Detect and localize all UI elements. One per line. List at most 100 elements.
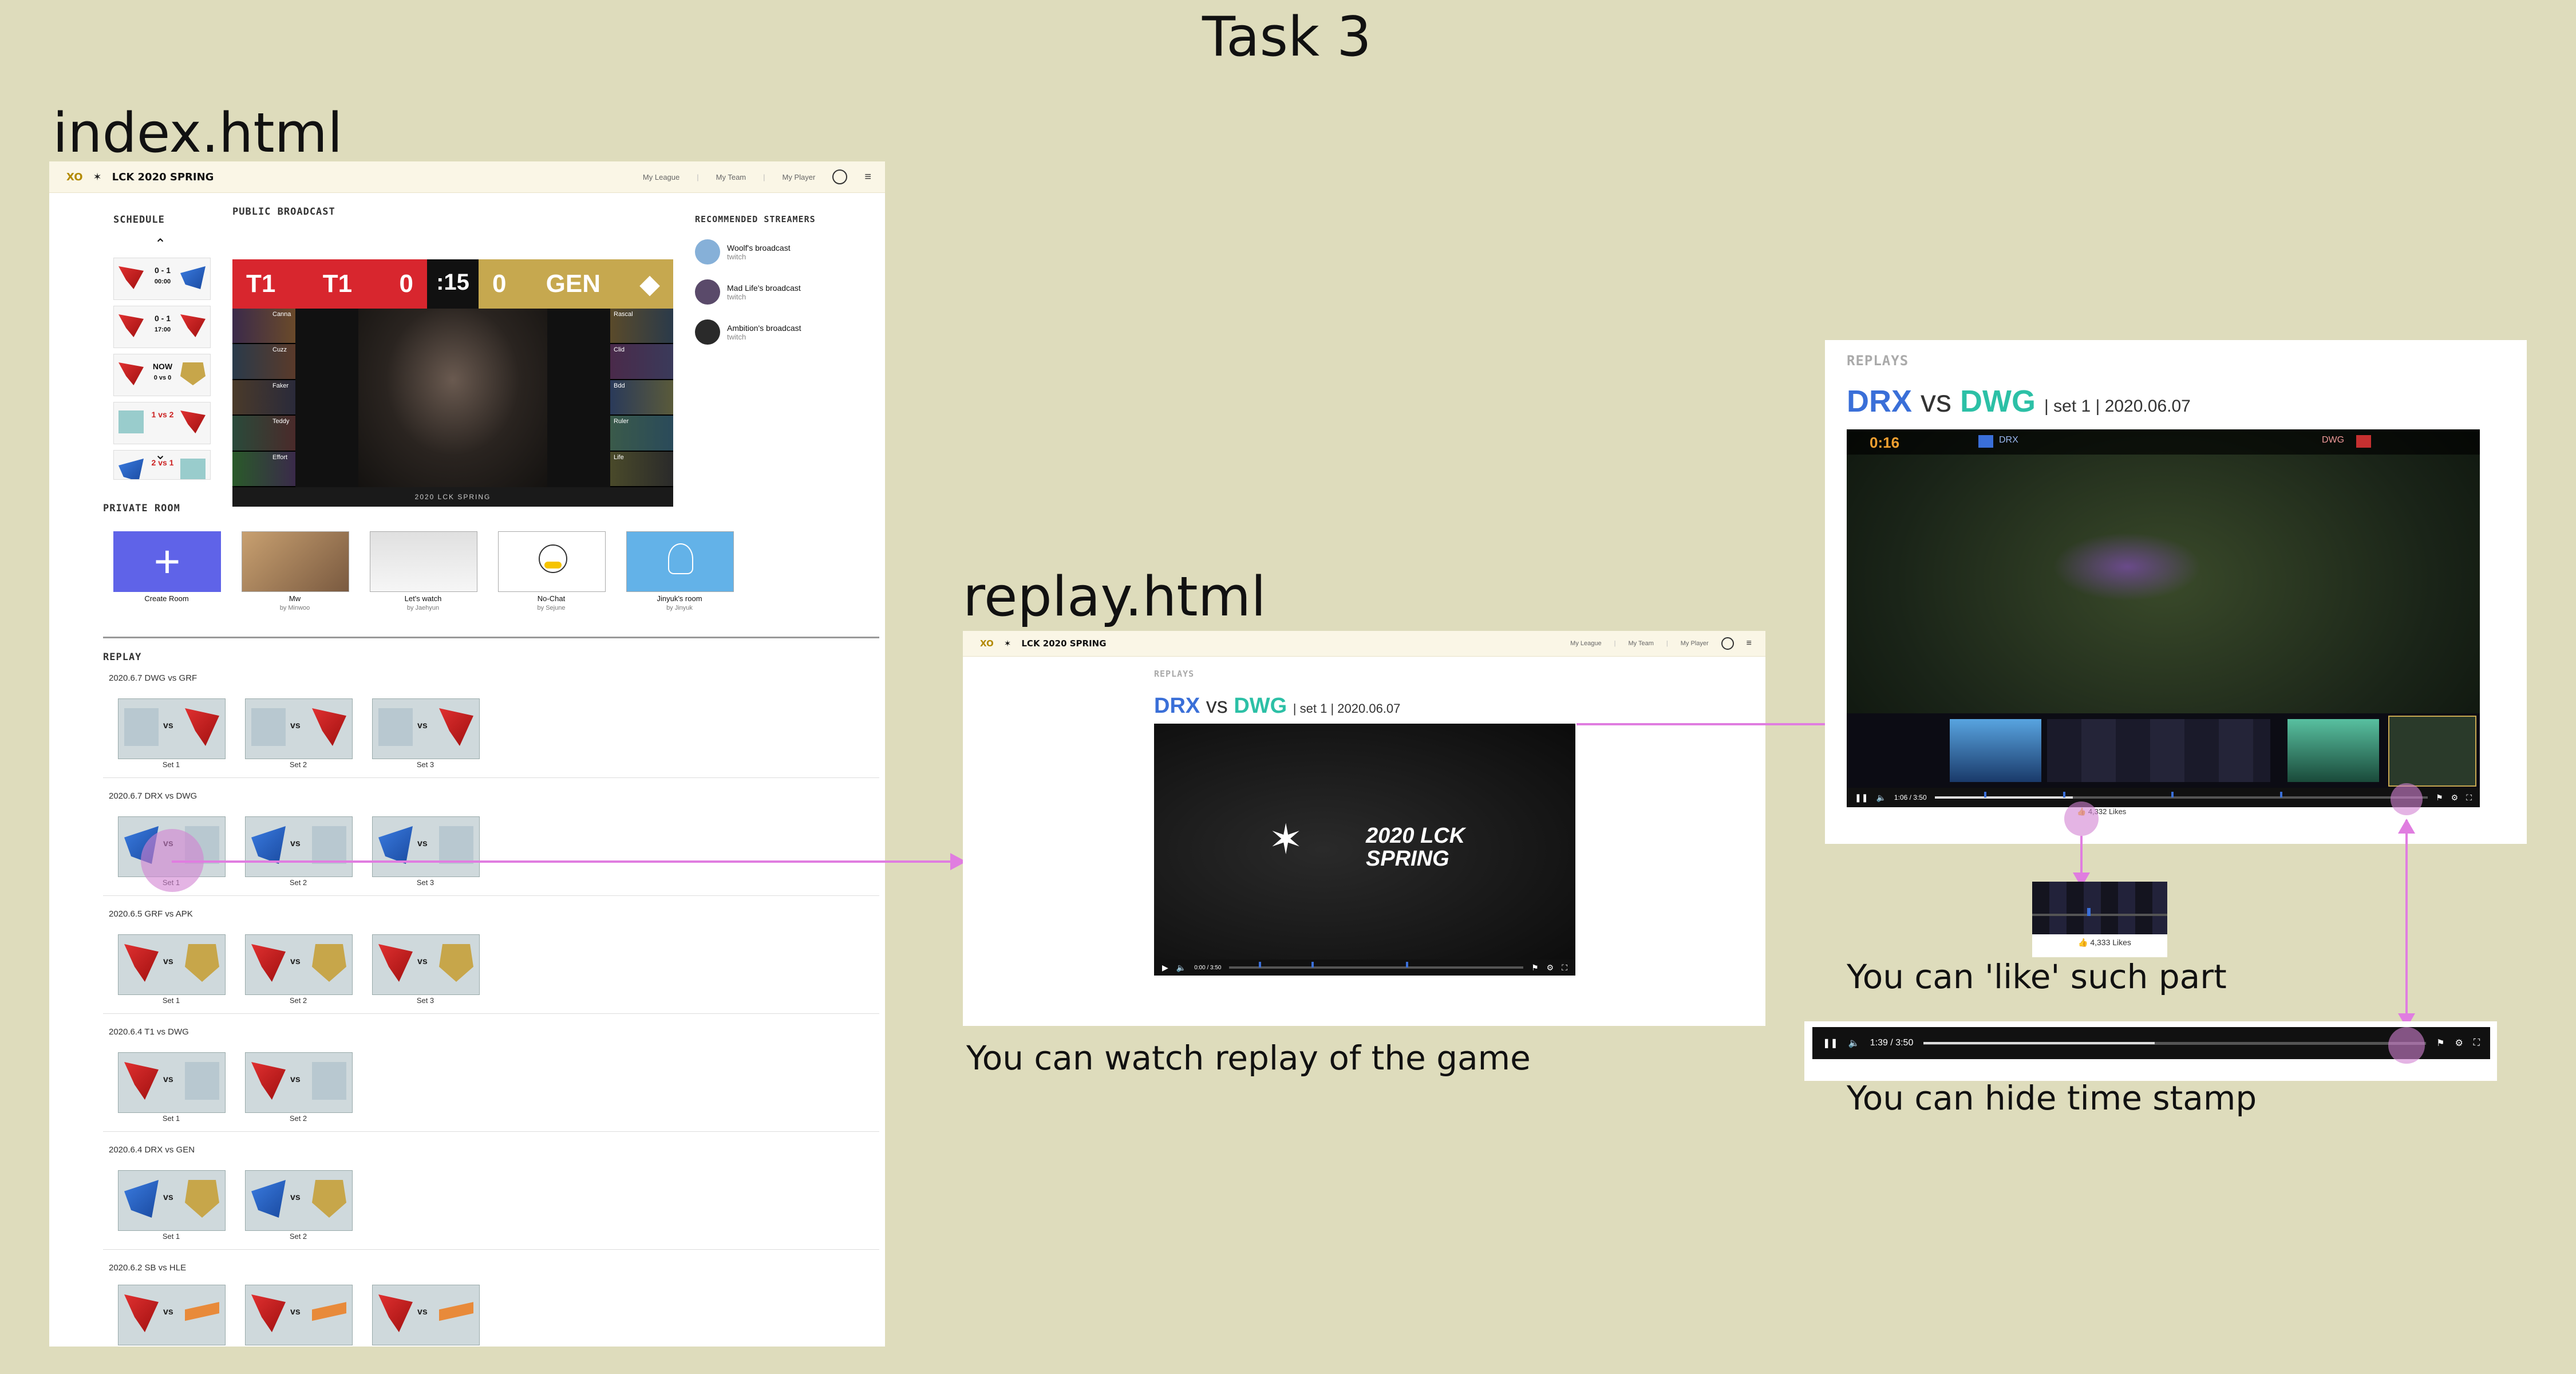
player-name: Life	[614, 453, 624, 461]
pause-icon[interactable]: ❚❚	[1823, 1037, 1838, 1049]
schedule-item[interactable]: 0 - 1 00:00	[113, 258, 211, 300]
nav-my-player[interactable]: My Player	[783, 173, 816, 181]
create-room-button[interactable]: +	[113, 531, 221, 592]
team-a-hud-name: DRX	[1999, 435, 2018, 445]
video-progress-bar[interactable]	[1934, 792, 2428, 799]
fullscreen-icon[interactable]: ⛶	[1562, 963, 1567, 973]
room-card-lets-watch[interactable]	[370, 531, 477, 592]
streamer-item[interactable]: Ambition's broadcast twitch	[695, 319, 867, 345]
team-logo	[118, 266, 144, 289]
live-broadcast-video[interactable]: T1 T1 0 :15 0 GEN ◆ Canna Cuzz Faker Teddy E…	[232, 259, 673, 507]
replay-thumbnail[interactable]: vs	[245, 816, 353, 877]
settings-icon[interactable]: ⚙	[2451, 793, 2459, 803]
flag-icon[interactable]: ⚑	[2436, 793, 2443, 803]
team-logo	[439, 1302, 473, 1321]
nav-my-team[interactable]: My Team	[1628, 640, 1653, 647]
nav-my-player[interactable]: My Player	[1681, 640, 1709, 647]
schedule-time: 00:00	[154, 278, 171, 285]
streamer-item[interactable]: Mad Life's broadcast twitch	[695, 279, 867, 305]
pause-icon[interactable]: ❚❚	[1855, 793, 1868, 803]
video-progress-bar[interactable]	[1229, 962, 1524, 969]
flag-icon[interactable]: ⚑	[1531, 963, 1539, 973]
star-icon: ✶	[93, 171, 102, 183]
flag-icon[interactable]: ⚑	[2436, 1037, 2444, 1049]
highlight-marker[interactable]	[1984, 792, 1986, 797]
settings-icon[interactable]: ⚙	[1547, 963, 1554, 973]
set-label: Set 2	[289, 760, 307, 769]
chevron-up-icon[interactable]: ⌃	[155, 236, 166, 252]
schedule-title: SCHEDULE	[113, 214, 165, 226]
vs-mark: vs	[163, 1307, 173, 1317]
replay-thumbnail[interactable]: vs	[118, 934, 226, 995]
player-name: Effort	[272, 453, 288, 461]
highlight-marker[interactable]	[2279, 792, 2282, 797]
replay-thumbnail[interactable]: vs	[118, 1170, 226, 1231]
highlight-marker[interactable]	[1258, 962, 1261, 968]
fullscreen-icon[interactable]: ⛶	[2466, 793, 2472, 803]
video-progress-bar[interactable]	[1923, 1041, 2427, 1045]
team-logo	[124, 1180, 159, 1218]
minimap	[2388, 716, 2476, 787]
timestamp-caption: You can hide time stamp	[1847, 1079, 2257, 1118]
replay-thumbnail[interactable]: vs	[118, 698, 226, 759]
site-logo[interactable]: XO ✶ LCK 2020 SPRING	[66, 171, 214, 183]
menu-icon[interactable]: ≡	[864, 171, 871, 184]
nav-my-league[interactable]: My League	[643, 173, 679, 181]
schedule-item[interactable]: NOW 0 vs 0	[113, 354, 211, 396]
replay-thumbnail[interactable]: vs	[118, 1052, 226, 1113]
replay-thumbnail[interactable]: vs	[245, 1170, 353, 1231]
schedule-item[interactable]: 1 vs 2	[113, 402, 211, 444]
replay-thumbnail[interactable]: vs	[372, 698, 480, 759]
streamer-item[interactable]: Woolf's broadcast twitch	[695, 239, 867, 264]
flow-arrow	[2080, 836, 2083, 875]
settings-icon[interactable]: ⚙	[2455, 1037, 2463, 1049]
room-card-mw[interactable]	[242, 531, 349, 592]
replay-thumbnail[interactable]: vs	[372, 934, 480, 995]
section-divider	[103, 637, 879, 638]
team-b-name: DWG	[1960, 384, 2036, 418]
user-icon[interactable]	[1721, 637, 1734, 650]
replay-thumbnail[interactable]: vs	[245, 698, 353, 759]
volume-icon[interactable]: 🔈	[1176, 963, 1186, 973]
user-icon[interactable]	[832, 169, 848, 184]
replay-video-player[interactable]: ✶ 2020 LCK SPRING ▶ 🔈 0:00 / 3:50 ⚑ ⚙ ⛶	[1154, 724, 1575, 976]
replay-thumbnail[interactable]: vs	[372, 1285, 480, 1345]
schedule-item[interactable]: 0 - 1 17:00	[113, 306, 211, 348]
replay-thumbnail[interactable]: vs	[245, 1052, 353, 1113]
room-card-no-chat[interactable]	[498, 531, 606, 592]
player-name: Rascal	[614, 311, 633, 318]
replay-thumbnail[interactable]: vs	[372, 816, 480, 877]
site-logo[interactable]: XO ✶ LCK 2020 SPRING	[980, 638, 1107, 649]
gameplay-video-player[interactable]: 0:16 DRX DWG ❚❚ 🔈 1:06 / 3:50 ⚑ ⚙ ⛶	[1847, 429, 2480, 807]
set-label: Set 2	[289, 996, 307, 1005]
highlight-marker[interactable]	[1405, 962, 1408, 968]
schedule-time: 17:00	[154, 326, 171, 333]
top-navbar: XO ✶ LCK 2020 SPRING My League | My Team…	[963, 631, 1765, 657]
highlight-marker	[2087, 908, 2091, 916]
replay-thumbnail[interactable]: vs	[245, 1285, 353, 1345]
like-caption: You can 'like' such part	[1847, 957, 2227, 996]
game-hud-top: 0:16 DRX DWG	[1847, 429, 2480, 455]
vs-mark: vs	[163, 1193, 173, 1202]
player-cam-right	[2287, 719, 2379, 782]
highlight-marker[interactable]	[2171, 792, 2174, 797]
play-icon[interactable]: ▶	[1162, 963, 1168, 973]
star-icon: ✶	[1003, 638, 1012, 649]
vs-mark: vs	[163, 721, 173, 731]
vs-mark: vs	[290, 957, 301, 966]
nav-my-league[interactable]: My League	[1570, 640, 1601, 647]
room-card-jinyuk[interactable]	[626, 531, 734, 592]
highlight-marker[interactable]	[1311, 962, 1314, 968]
replay-thumbnail[interactable]: vs	[118, 1285, 226, 1345]
like-button[interactable]: 👍 4,333 Likes	[2078, 938, 2131, 947]
fullscreen-icon[interactable]: ⛶	[2474, 1038, 2480, 1048]
replay-thumbnail[interactable]: vs	[245, 934, 353, 995]
menu-icon[interactable]: ≡	[1747, 638, 1752, 649]
chevron-down-icon[interactable]: ⌄	[155, 447, 166, 463]
nav-my-team[interactable]: My Team	[716, 173, 746, 181]
team-logo	[312, 1302, 346, 1321]
volume-icon[interactable]: 🔈	[1848, 1037, 1860, 1049]
highlight-marker[interactable]	[2063, 792, 2065, 797]
video-time: 0:00 / 3:50	[1194, 964, 1222, 971]
volume-icon[interactable]: 🔈	[1876, 793, 1886, 803]
